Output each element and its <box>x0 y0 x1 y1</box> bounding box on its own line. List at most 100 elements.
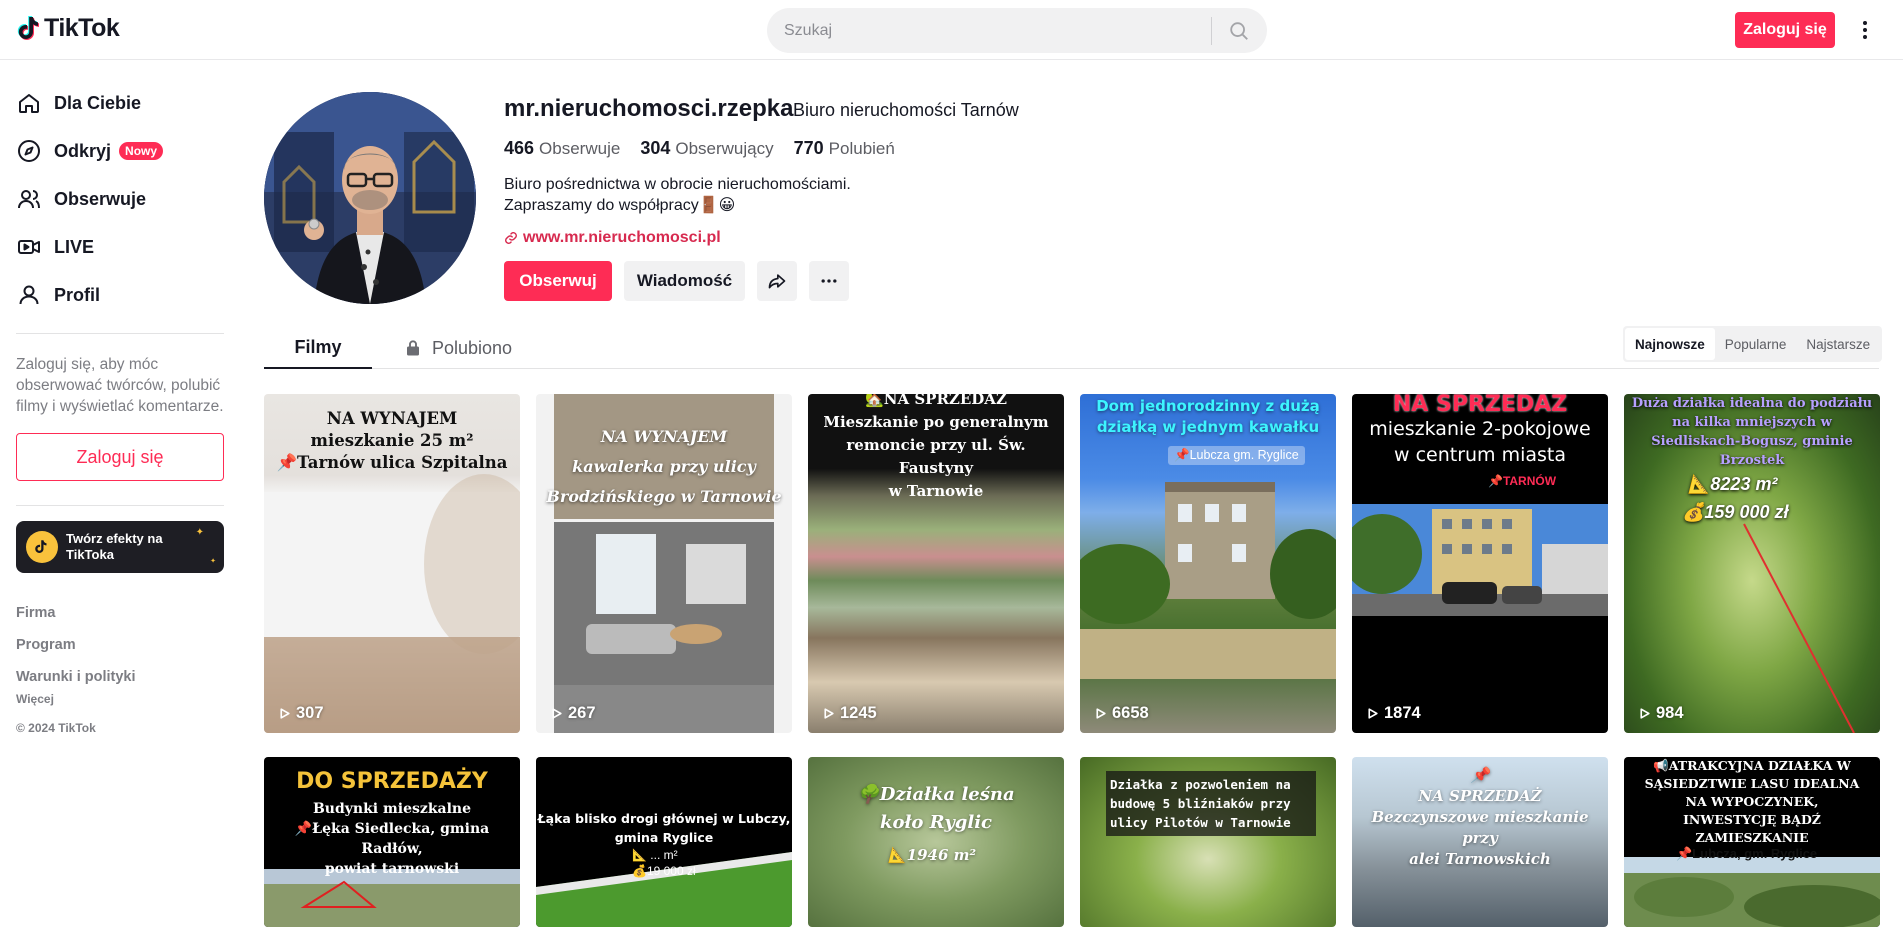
video-card[interactable]: NA WYNAJEM mieszkanie 25 m² 📌Tarnów ulic… <box>264 394 520 733</box>
video-caption: Duża działka idealna do podziału na kilk… <box>1631 396 1873 468</box>
sidebar-item-for-you[interactable]: Dla Ciebie <box>16 79 224 127</box>
view-count: 1874 <box>1366 704 1421 723</box>
sort-popular[interactable]: Popularne <box>1715 328 1797 360</box>
logo-text: TikTok <box>44 14 120 42</box>
video-location-tag: 📌Lubcza, gm. Ryglice <box>1676 846 1818 861</box>
message-button[interactable]: Wiadomość <box>624 261 745 301</box>
footer-link-terms[interactable]: Warunki i polityki <box>16 669 224 685</box>
video-card[interactable]: Duża działka idealna do podziału na kilk… <box>1624 394 1880 733</box>
new-badge: Nowy <box>119 142 164 160</box>
sidebar-item-explore[interactable]: Odkryj Nowy <box>16 127 224 175</box>
search-input[interactable] <box>767 8 1211 53</box>
sort-oldest[interactable]: Najstarsze <box>1796 328 1880 360</box>
sidebar-item-following[interactable]: Obserwuje <box>16 175 224 223</box>
copyright: © 2024 TikTok <box>16 721 96 735</box>
video-caption: Działka z pozwoleniem na budowę 5 bliźni… <box>1106 771 1316 836</box>
video-card[interactable]: 🌳Działka leśna koło Ryglic 📐1946 m² <box>808 757 1064 927</box>
login-button[interactable]: Zaloguj się <box>1735 12 1835 48</box>
view-count: 1245 <box>822 704 877 723</box>
avatar[interactable] <box>264 92 476 304</box>
video-caption: NA SPRZEDAŻ <box>1392 394 1568 417</box>
profile-bio: Biuro pośrednictwa w obrocie nieruchomoś… <box>504 174 851 216</box>
video-price: 💰159 000 zł <box>1682 502 1789 522</box>
video-card[interactable]: Łąka blisko drogi głównej w Lubczy, gmin… <box>536 757 792 927</box>
video-subcaption: mieszkanie 2-pokojowe w centrum miasta <box>1369 418 1591 466</box>
following-label: Obserwuje <box>539 139 621 158</box>
video-caption: DO SPRZEDAŻY <box>296 769 488 794</box>
profile-link[interactable]: www.mr.nieruchomosci.pl <box>504 229 721 247</box>
sidebar-divider <box>16 333 224 334</box>
tiktok-logo[interactable]: TikTok <box>16 14 120 43</box>
video-area: 📐 ... m² <box>632 848 678 862</box>
video-card[interactable]: Dom jednorodzinny z dużą działką w jedny… <box>1080 394 1336 733</box>
more-options-button[interactable] <box>1855 16 1875 44</box>
dot-icon <box>1863 28 1867 32</box>
likes-count: 770 <box>793 138 824 158</box>
view-count: 6658 <box>1094 704 1149 723</box>
video-card[interactable]: NA WYNAJEM kawalerka przy ulicy Brodzińs… <box>536 394 792 733</box>
footer-link-more[interactable]: Więcej <box>16 692 224 706</box>
view-count: 267 <box>550 704 596 723</box>
video-location-tag: 📌TARNÓW <box>1488 474 1557 488</box>
create-effects-banner[interactable]: Twórz efekty na TikToka ✦ ✦ <box>16 521 224 573</box>
play-icon <box>1640 708 1650 719</box>
video-price: 💰19 000 zł <box>632 864 696 878</box>
tab-label: Filmy <box>294 337 342 357</box>
follow-button[interactable]: Obserwuj <box>504 261 612 301</box>
view-count-value: 6658 <box>1112 704 1149 722</box>
view-count-value: 267 <box>568 704 596 722</box>
footer-link-company[interactable]: Firma <box>16 605 224 621</box>
video-caption: 📌 NA SPRZEDAŻ Bezczynszowe mieszkanie pr… <box>1371 766 1589 868</box>
video-card[interactable]: 📢ATRAKCYJNA DZIAŁKA W SĄSIEDZTWIE LASU I… <box>1624 757 1880 927</box>
video-card[interactable]: 🏡NA SPRZEDAŻ Mieszkanie po generalnym re… <box>808 394 1064 733</box>
followers-label: Obserwujący <box>675 139 774 158</box>
tiktok-logo-icon <box>17 15 39 40</box>
video-card[interactable]: 📌 NA SPRZEDAŻ Bezczynszowe mieszkanie pr… <box>1352 757 1608 927</box>
effect-house-icon <box>26 531 58 563</box>
video-area: 📐8223 m² <box>1688 474 1778 494</box>
following-count: 466 <box>504 138 535 158</box>
tab-liked[interactable]: Polubiono <box>404 328 512 368</box>
login-hint: Zaloguj się, aby móc obserwować twórców,… <box>16 356 224 415</box>
video-caption: NA WYNAJEM mieszkanie 25 m² 📌Tarnów ulic… <box>276 409 508 472</box>
play-icon <box>824 708 834 719</box>
profile-nickname: Biuro nieruchomości Tarnów <box>793 100 1019 120</box>
video-caption: NA WYNAJEM kawalerka przy ulicy Brodzińs… <box>546 427 782 506</box>
share-icon <box>768 274 786 289</box>
following-stat[interactable]: 466 Obserwuje <box>504 138 620 159</box>
top-bar: TikTok Zaloguj się <box>0 0 1903 60</box>
user-icon <box>16 282 42 308</box>
video-caption: Łąka blisko drogi głównej w Lubczy, gmin… <box>537 811 791 845</box>
tab-videos[interactable]: Filmy <box>264 328 372 369</box>
live-icon <box>16 234 42 260</box>
followers-stat[interactable]: 304 Obserwujący <box>640 138 773 159</box>
search-button[interactable] <box>1212 8 1266 53</box>
view-count-value: 984 <box>1656 704 1684 722</box>
sparkle-icon: ✦ <box>210 558 216 565</box>
video-card[interactable]: DO SPRZEDAŻY Budynki mieszkalne 📌Łęka Si… <box>264 757 520 927</box>
likes-label: Polubień <box>828 139 895 158</box>
search-icon <box>1230 21 1248 40</box>
effects-label: Twórz efekty na TikToka <box>66 531 163 562</box>
view-count-value: 307 <box>296 704 324 722</box>
bio-line: Biuro pośrednictwa w obrocie nieruchomoś… <box>504 176 851 193</box>
sidebar-item-live[interactable]: LIVE <box>16 223 224 271</box>
sidebar-item-label: Odkryj <box>54 140 112 161</box>
sidebar-item-profile[interactable]: Profil <box>16 271 224 319</box>
share-button[interactable] <box>757 261 797 301</box>
video-location-tag: 📌Lubcza gm. Ryglice <box>1168 446 1305 465</box>
sidebar-login-button[interactable]: Zaloguj się <box>16 433 224 481</box>
profile-username: mr.nieruchomosci.rzepka <box>504 95 794 122</box>
more-actions-button[interactable] <box>809 261 849 301</box>
lock-icon <box>407 340 419 356</box>
profile-stats: 466 Obserwuje 304 Obserwujący 770 Polubień <box>504 138 895 159</box>
view-count-value: 1874 <box>1384 704 1421 722</box>
video-card[interactable]: NA SPRZEDAŻ mieszkanie 2-pokojowe w cent… <box>1352 394 1608 733</box>
sort-newest[interactable]: Najnowsze <box>1625 328 1715 360</box>
search-bar <box>767 8 1267 53</box>
view-count: 984 <box>1638 704 1684 723</box>
footer-link-program[interactable]: Program <box>16 637 224 653</box>
sidebar-item-label: Obserwuje <box>54 188 147 209</box>
video-card[interactable]: Działka z pozwoleniem na budowę 5 bliźni… <box>1080 757 1336 927</box>
compass-icon <box>16 138 42 164</box>
